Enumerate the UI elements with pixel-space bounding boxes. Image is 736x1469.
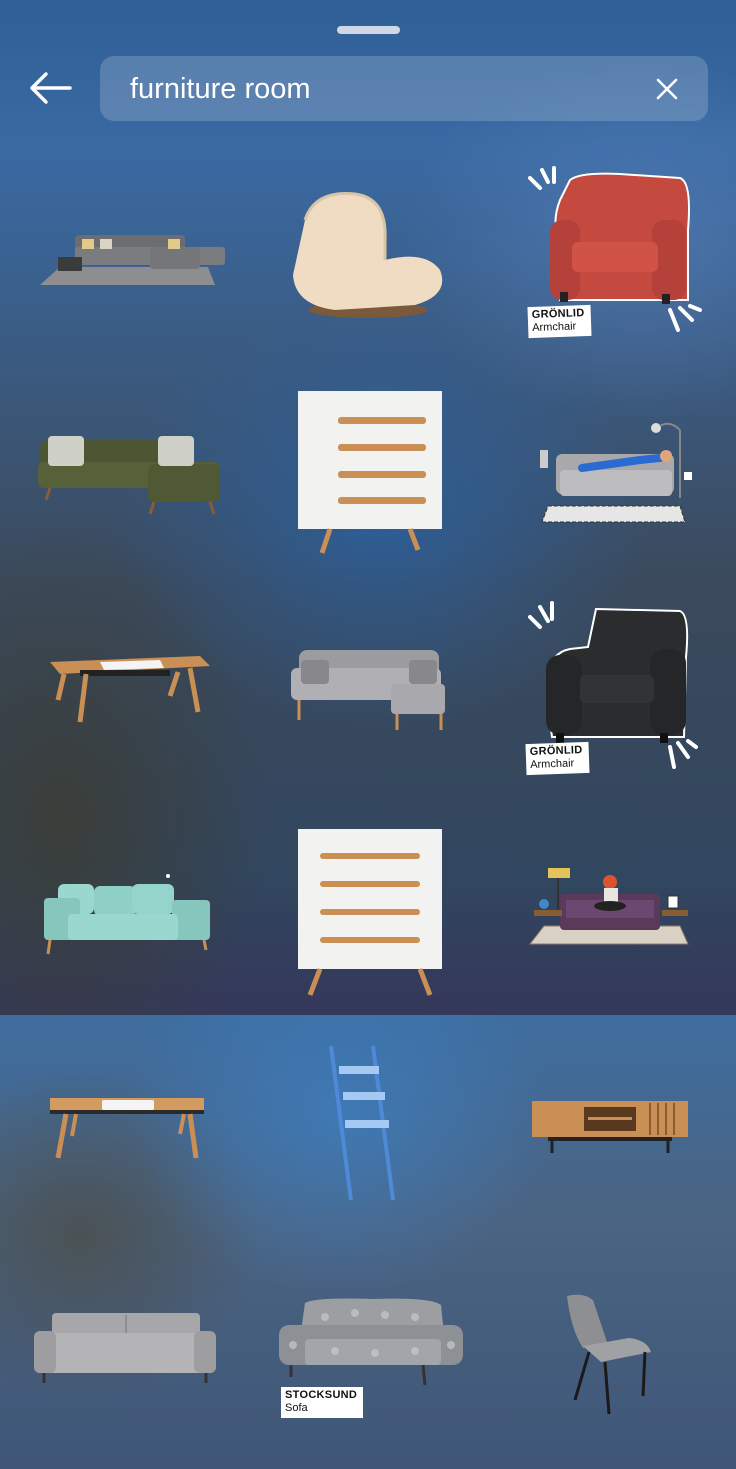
sticker-grey-dining-chair[interactable] xyxy=(555,1290,736,1469)
back-button[interactable] xyxy=(26,68,74,108)
sticker-white-dresser-2[interactable] xyxy=(290,823,490,1023)
sticker-blue-ladder-shelf[interactable] xyxy=(315,1040,515,1240)
product-tag-type: Armchair xyxy=(529,757,575,771)
sticker-wood-coffee-table[interactable] xyxy=(40,640,240,840)
product-tag: GRÖNLID Armchair xyxy=(525,741,590,776)
product-tag-name: GRÖNLID xyxy=(529,744,583,758)
sticker-sectional-sofa-rug[interactable] xyxy=(30,145,230,345)
sticker-green-sectional-sofa[interactable] xyxy=(30,390,230,590)
search-bar xyxy=(100,56,708,123)
sticker-grey-sofa[interactable] xyxy=(30,1305,230,1469)
sticker-grey-sectional-sofa[interactable] xyxy=(285,640,485,840)
product-tag-type: Sofa xyxy=(285,1402,308,1414)
clear-search-button[interactable] xyxy=(652,74,682,104)
sticker-red-armchair[interactable]: GRÖNLID Armchair xyxy=(520,160,720,360)
sticker-person-on-sofa-scene[interactable] xyxy=(520,410,720,610)
sticker-black-armchair[interactable]: GRÖNLID Armchair xyxy=(520,597,720,797)
product-tag: STOCKSUND Sofa xyxy=(281,1387,364,1418)
search-sheet: GRÖNLID Armchair xyxy=(0,0,736,1469)
sticker-patterned-sofa[interactable]: STOCKSUND Sofa xyxy=(275,1295,475,1469)
sticker-white-dresser[interactable] xyxy=(290,385,490,585)
product-tag: GRÖNLID Armchair xyxy=(527,304,592,339)
search-input[interactable] xyxy=(128,56,632,123)
product-tag-name: STOCKSUND xyxy=(285,1389,358,1401)
sticker-wood-tv-console[interactable] xyxy=(528,1095,728,1295)
sticker-wood-coffee-table-2[interactable] xyxy=(44,1088,244,1288)
sheet-drag-handle[interactable] xyxy=(337,26,400,34)
product-tag-type: Armchair xyxy=(531,320,577,334)
product-tag-name: GRÖNLID xyxy=(531,307,585,321)
close-icon xyxy=(656,78,678,100)
arrow-left-icon xyxy=(30,72,72,104)
sticker-person-room-scene[interactable] xyxy=(520,860,720,1060)
sticker-boucle-lounge-chair[interactable] xyxy=(275,180,475,380)
sticker-mint-sofa[interactable] xyxy=(38,870,238,1070)
